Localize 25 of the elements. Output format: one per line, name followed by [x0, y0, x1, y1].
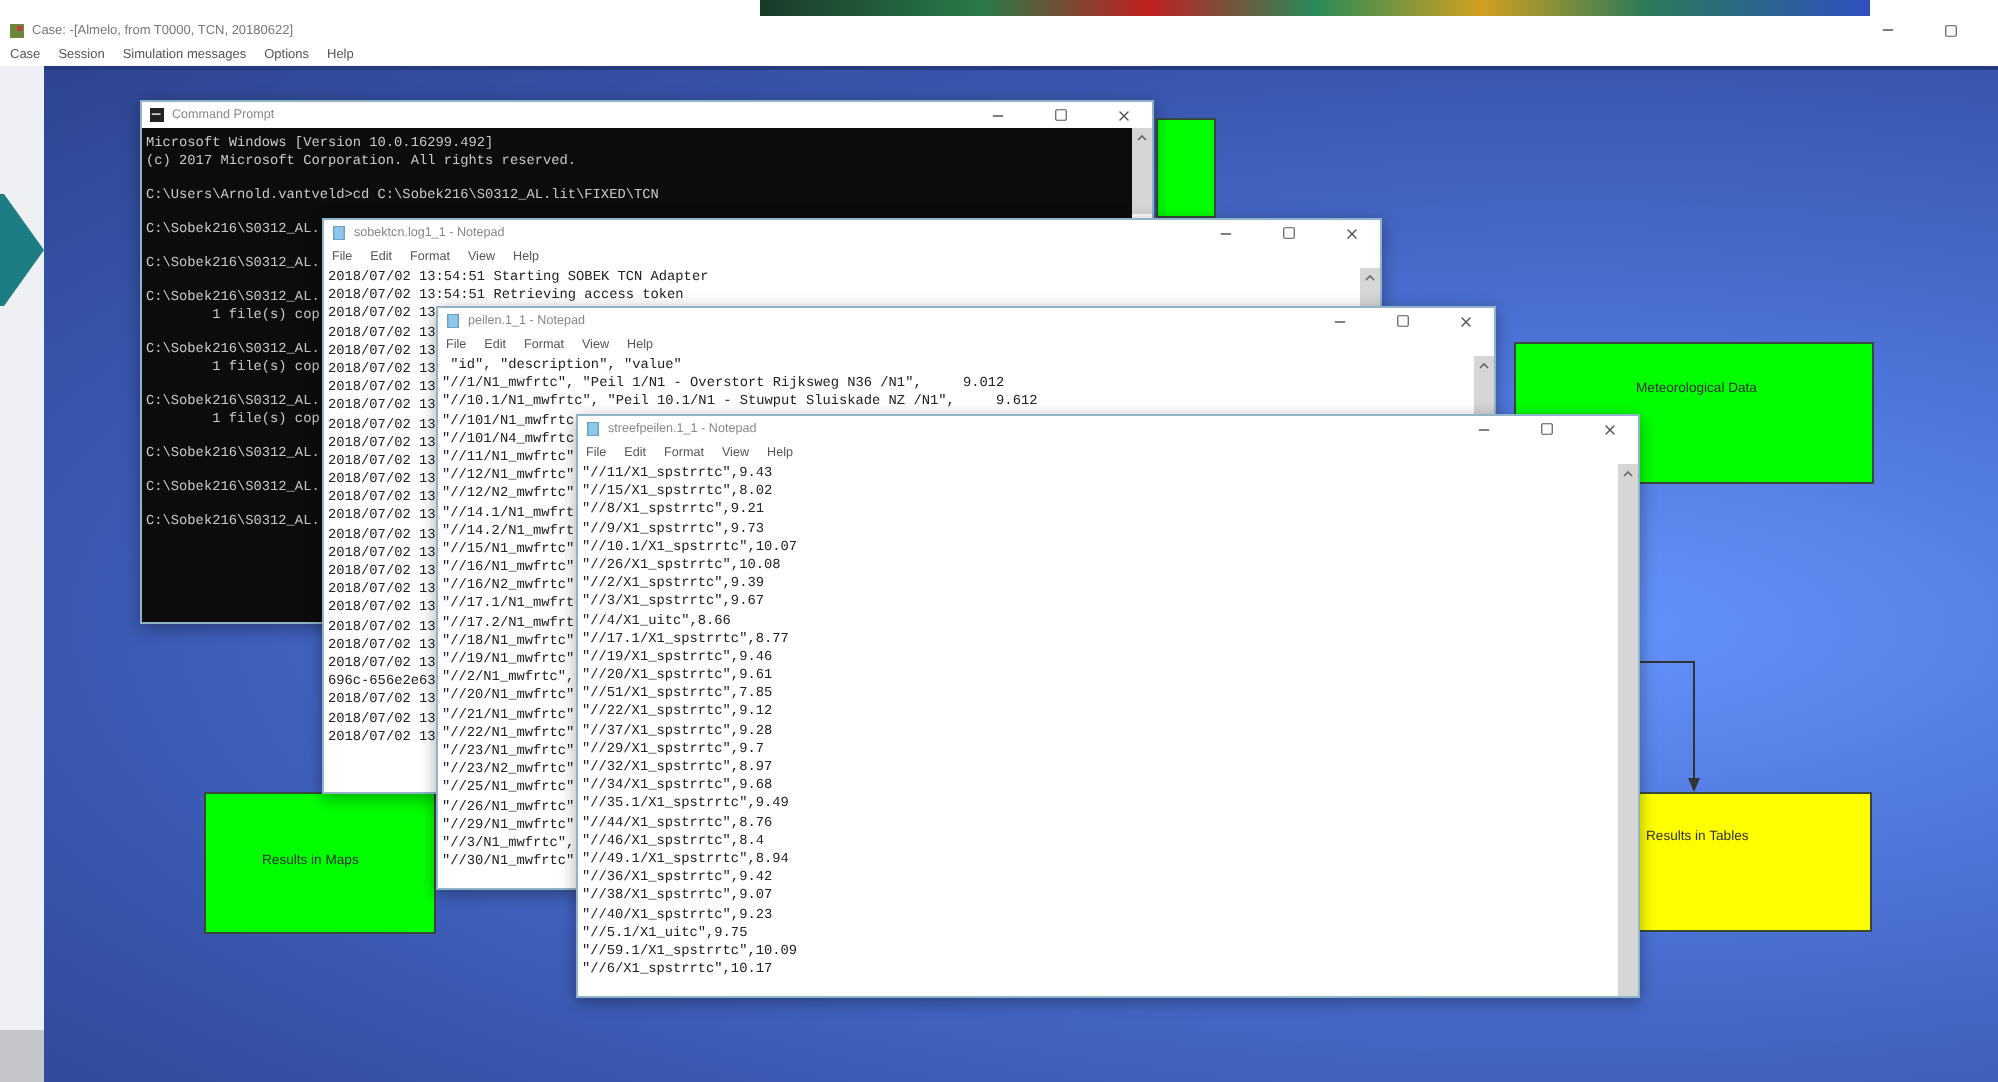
- scrollbar[interactable]: [1618, 464, 1638, 996]
- maximize-icon[interactable]: [1282, 226, 1296, 240]
- close-icon[interactable]: [1458, 313, 1474, 329]
- diagram-node[interactable]: [1156, 118, 1216, 218]
- notepad-icon: [332, 226, 346, 240]
- scroll-up-icon[interactable]: [1364, 272, 1376, 284]
- maximize-icon[interactable]: [1054, 108, 1068, 122]
- scrollbar[interactable]: [1474, 356, 1494, 416]
- console-icon: [150, 108, 164, 122]
- close-icon[interactable]: [1116, 107, 1132, 123]
- maximize-icon[interactable]: [1944, 23, 1958, 37]
- scroll-up-icon[interactable]: [1136, 132, 1148, 144]
- chevron-shape: [0, 194, 44, 306]
- scrollbar[interactable]: [1132, 128, 1152, 214]
- close-icon[interactable]: [1602, 421, 1618, 437]
- close-icon[interactable]: [1344, 225, 1360, 241]
- maximize-icon[interactable]: [1540, 422, 1554, 436]
- maximize-icon[interactable]: [1396, 314, 1410, 328]
- scroll-up-icon[interactable]: [1622, 468, 1634, 480]
- scroll-up-icon[interactable]: [1478, 360, 1490, 372]
- app-icon: [10, 23, 24, 37]
- side-panel: [0, 1030, 44, 1082]
- notepad-icon: [586, 422, 600, 436]
- notepad-icon: [446, 314, 460, 328]
- scrollbar[interactable]: [1360, 268, 1380, 308]
